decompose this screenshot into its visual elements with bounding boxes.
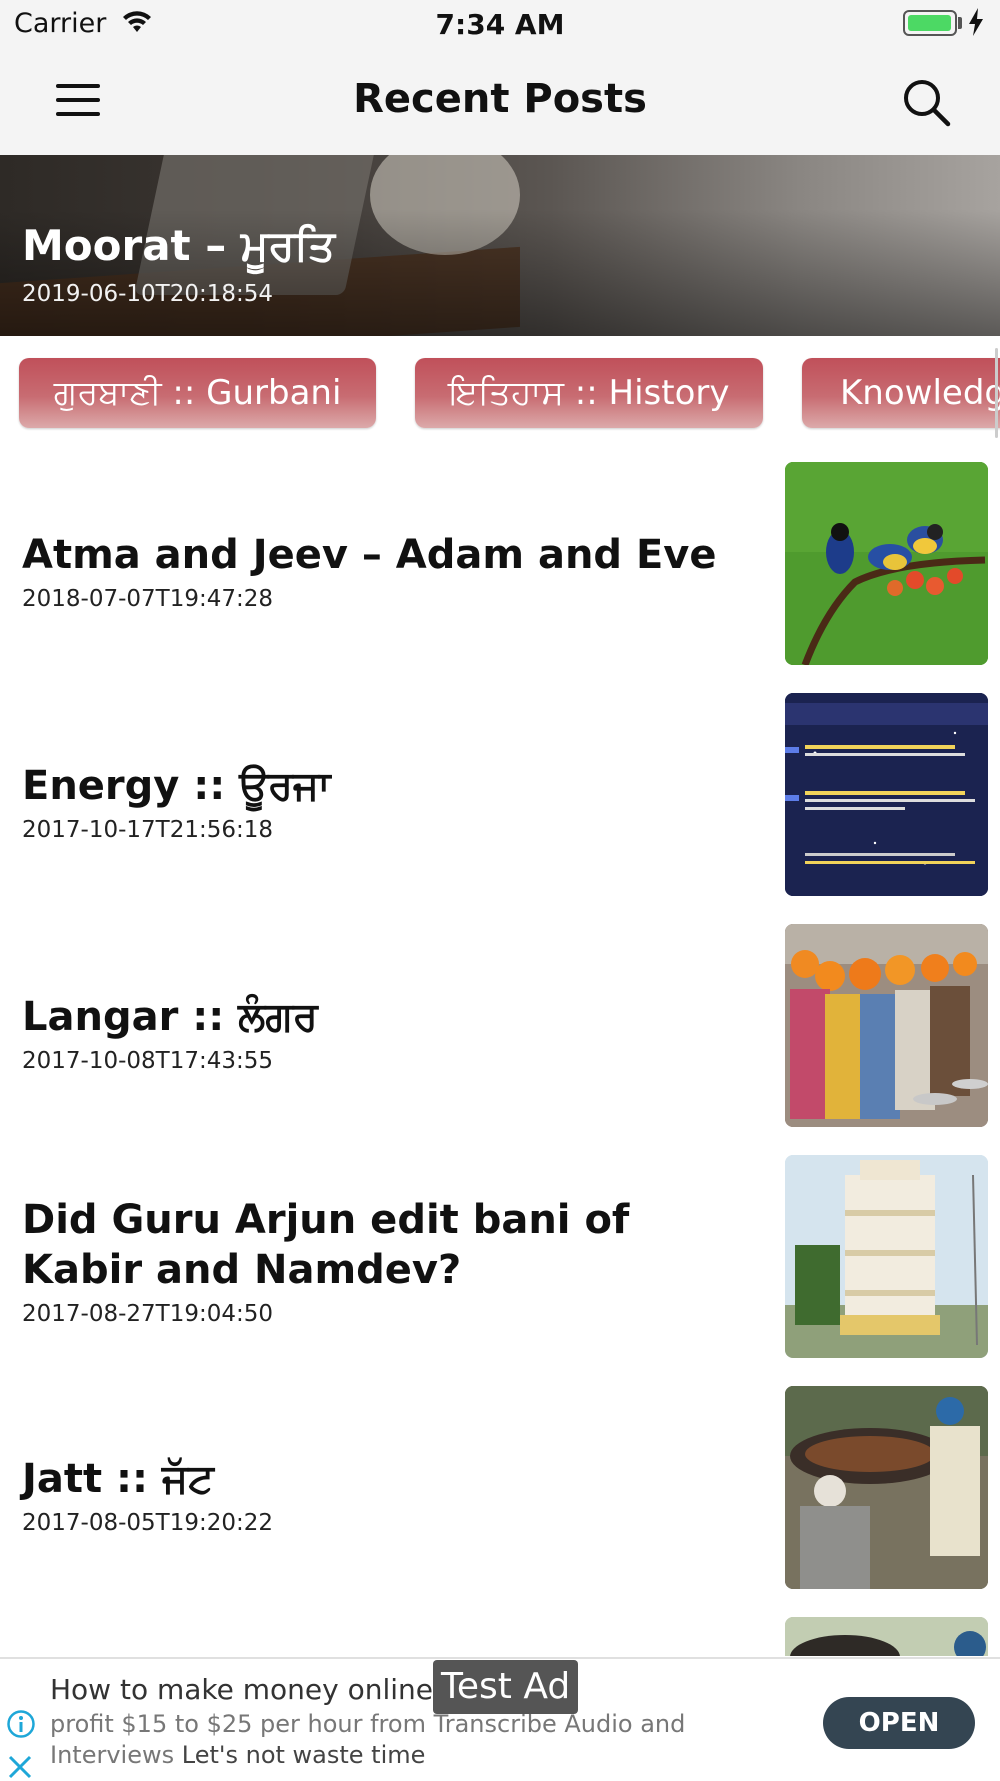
post-date: 2017-08-27T19:04:50 <box>22 1301 274 1327</box>
scrollbar <box>995 348 998 438</box>
post-date: 2017-10-17T21:56:18 <box>22 817 274 843</box>
category-bar[interactable]: ਗੁਰਬਾਣੀ :: Gurbani ਇਤਿਹਾਸ :: History Kno… <box>0 336 1000 446</box>
ad-headline[interactable]: How to make money online <box>50 1673 433 1706</box>
post-date: 2018-07-07T19:47:28 <box>22 586 274 612</box>
list-item[interactable]: Energy :: ਊਰਜਾ 2017-10-17T21:56:18 <box>0 677 1000 907</box>
post-title: Energy :: ਊਰਜਾ <box>22 763 331 809</box>
status-bar: Carrier 7:34 AM <box>0 0 1000 50</box>
list-item[interactable] <box>0 1601 1000 1656</box>
ad-open-button[interactable]: OPEN <box>823 1697 975 1749</box>
category-chip-gurbani[interactable]: ਗੁਰਬਾਣੀ :: Gurbani <box>19 358 376 428</box>
status-time: 7:34 AM <box>435 8 565 41</box>
test-ad-badge: Test Ad <box>433 1660 579 1714</box>
battery-icon <box>903 10 957 36</box>
post-thumbnail <box>785 462 988 665</box>
list-item[interactable]: Did Guru Arjun edit bani of Kabir and Na… <box>0 1139 1000 1369</box>
post-thumbnail <box>785 1617 988 1656</box>
post-title: Did Guru Arjun edit bani of Kabir and Na… <box>22 1197 630 1293</box>
list-item[interactable]: Langar :: ਲੰਗਰ 2017-10-08T17:43:55 <box>0 908 1000 1138</box>
post-date: 2017-08-05T19:20:22 <box>22 1510 274 1536</box>
page-title: Recent Posts <box>353 76 647 122</box>
featured-post[interactable]: Moorat – ਮੂਰਤਿ 2019-06-10T20:18:54 <box>0 155 1000 336</box>
list-item[interactable]: Jatt :: ਜੱਟ 2017-08-05T19:20:22 <box>0 1370 1000 1600</box>
post-thumbnail <box>785 693 988 896</box>
featured-post-date: 2019-06-10T20:18:54 <box>22 281 274 307</box>
post-title: Atma and Jeev – Adam and Eve <box>22 532 717 578</box>
close-icon[interactable] <box>6 1753 34 1781</box>
list-item[interactable]: Atma and Jeev – Adam and Eve 2018-07-07T… <box>0 446 1000 676</box>
post-list[interactable]: Atma and Jeev – Adam and Eve 2018-07-07T… <box>0 446 1000 1656</box>
featured-post-title[interactable]: Moorat – ਮੂਰਤਿ <box>22 221 335 271</box>
ad-body: profit $15 to $25 per hour from Transcri… <box>50 1709 800 1771</box>
info-icon[interactable] <box>6 1709 36 1739</box>
search-icon[interactable] <box>898 74 954 130</box>
category-chip-history[interactable]: ਇਤਿਹਾਸ :: History <box>415 358 763 428</box>
ad-body-cta: Let's not waste time <box>181 1741 426 1769</box>
post-title: Langar :: ਲੰਗਰ <box>22 994 318 1040</box>
post-thumbnail <box>785 1155 988 1358</box>
nav-bar: Recent Posts <box>0 50 1000 156</box>
ad-banner[interactable]: How to make money online profit $15 to $… <box>0 1657 1000 1780</box>
post-thumbnail <box>785 1386 988 1589</box>
post-title: Jatt :: ਜੱਟ <box>22 1456 214 1502</box>
charging-bolt-icon <box>969 8 983 36</box>
category-chip-knowledge[interactable]: Knowledg <box>802 358 1000 428</box>
post-date: 2017-10-08T17:43:55 <box>22 1048 274 1074</box>
post-thumbnail <box>785 924 988 1127</box>
